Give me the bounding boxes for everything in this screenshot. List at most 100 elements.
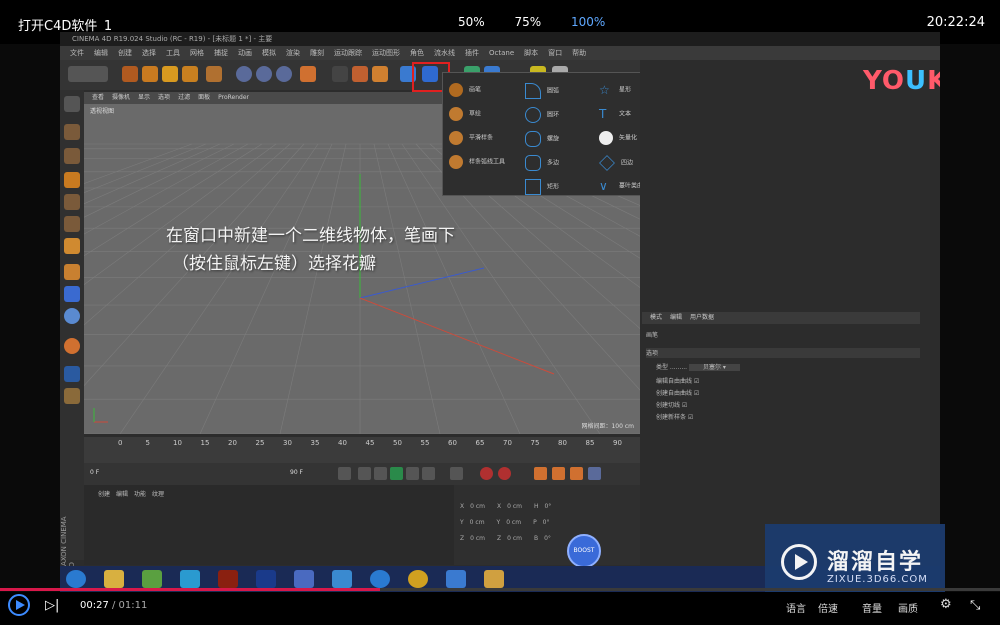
zoom-75-button[interactable]: 75%: [515, 15, 542, 29]
timeline-tick: 0: [118, 439, 123, 447]
key-param-icon[interactable]: [588, 467, 601, 480]
timeline-tick: 65: [475, 439, 485, 447]
app-link-icon[interactable]: [446, 570, 466, 588]
world-icon: [300, 66, 316, 82]
zoom-options: 50% 75% 100%: [458, 15, 631, 29]
maxon-brand: MAXON CINEMA 4D: [60, 516, 76, 572]
start-icon[interactable]: [66, 570, 86, 588]
spline-item-4[interactable]: 样条弧线工具: [449, 155, 505, 175]
video-frame[interactable]: CINEMA 4D R19.024 Studio (RC - R19) - [未…: [60, 32, 940, 592]
render-view-icon: [332, 66, 348, 82]
volume-button[interactable]: 音量: [862, 600, 882, 615]
go-end-icon[interactable]: [450, 467, 463, 480]
prev-frame-icon[interactable]: [374, 467, 387, 480]
watermark-play-icon: [781, 544, 817, 580]
attr-section: 选项: [646, 348, 920, 358]
spline-polygon[interactable]: 多边: [525, 155, 559, 175]
key-scale-icon[interactable]: [552, 467, 565, 480]
select-tool-icon: [122, 66, 138, 82]
spline-four-side[interactable]: 四边: [599, 155, 633, 175]
c4d-icon[interactable]: [294, 570, 314, 588]
material-manager[interactable]: 创建 编辑 功能 纹理: [84, 485, 454, 565]
tutorial-caption: 在窗口中新建一个二维线物体，笔画下 （按住鼠标左键）选择花瓣: [166, 222, 455, 278]
playback-bar: 0 F 90 F: [84, 463, 640, 485]
spline-item-2[interactable]: 草绘: [449, 107, 481, 127]
view-icon: [64, 96, 80, 112]
spline-arc[interactable]: 圆弧: [525, 83, 559, 103]
frame-end[interactable]: 90 F: [290, 469, 303, 476]
progress-bar[interactable]: [0, 588, 1000, 591]
z-axis-icon: [276, 66, 292, 82]
timeline[interactable]: 0 5 10 15 20 25 30 35 40 45 50 55 60 65 70 75 80 85 90: [84, 437, 640, 463]
timeline-tick: 50: [393, 439, 402, 447]
boost-button[interactable]: BOOST: [567, 534, 601, 568]
app-k-icon[interactable]: [370, 570, 390, 588]
app-m-icon[interactable]: [180, 570, 200, 588]
sculpt-icon: [64, 338, 80, 354]
explorer-icon[interactable]: [104, 570, 124, 588]
quality-button[interactable]: 画质: [898, 600, 918, 615]
illustrator-icon[interactable]: [218, 570, 238, 588]
c4d-menubar: 文件 编辑 创建 选择 工具 网格 捕捉 动画 模拟 渲染 雕刻 运动跟踪 运动图形 角色 流水线 插件 Oct…: [60, 46, 940, 60]
timeline-tick: 70: [503, 439, 512, 447]
zoom-100-button[interactable]: 100%: [571, 15, 605, 29]
zoom-50-button[interactable]: 50%: [458, 15, 485, 29]
key-rot-icon[interactable]: [570, 467, 583, 480]
timeline-tick: 20: [228, 439, 237, 447]
spline-item-3[interactable]: 平滑样条: [449, 131, 493, 151]
current-time: 00:27: [80, 600, 109, 611]
texture-mode-icon: [64, 148, 80, 164]
s-icon: [64, 308, 80, 324]
autokey-icon[interactable]: [498, 467, 511, 480]
app-user-icon[interactable]: [484, 570, 504, 588]
polygons-icon: [64, 238, 80, 254]
play-button[interactable]: [8, 594, 30, 616]
attr-object-name: 画笔: [646, 332, 659, 339]
chrome-icon[interactable]: [408, 570, 428, 588]
caption-line-1: 在窗口中新建一个二维线物体，笔画下: [166, 226, 455, 246]
youku-logo: YOUKU: [863, 66, 940, 96]
scale-tool-icon: [162, 66, 178, 82]
play-forward-icon[interactable]: [390, 467, 403, 480]
speed-button[interactable]: 倍速: [818, 600, 838, 615]
x-axis-line: [359, 297, 555, 375]
undo-block: [68, 66, 108, 82]
settings-icon[interactable]: ⚙: [940, 597, 952, 612]
workplane-icon: [64, 172, 80, 188]
app-green-icon[interactable]: [142, 570, 162, 588]
spline-circle[interactable]: 圆环: [525, 107, 559, 127]
spline-rectangle[interactable]: 矩形: [525, 179, 559, 199]
next-frame-icon[interactable]: [406, 467, 419, 480]
spline-item-1[interactable]: 画笔: [449, 83, 481, 103]
points-icon: [64, 194, 80, 210]
app-bird-icon[interactable]: [332, 570, 352, 588]
go-start-icon[interactable]: [338, 467, 351, 480]
prev-key-icon[interactable]: [358, 467, 371, 480]
timeline-tick: 45: [365, 439, 375, 447]
spline-text[interactable]: T 文本: [599, 107, 631, 127]
y-axis-icon: [256, 66, 272, 82]
rotate-tool-icon: [182, 66, 198, 82]
attr-row-3: 创建自由曲线 ☑: [656, 390, 700, 397]
spline-helix[interactable]: 螺旋: [525, 131, 559, 151]
frame-start[interactable]: 0 F: [90, 469, 99, 476]
next-icon[interactable]: ▷|: [45, 598, 59, 613]
key-pos-icon[interactable]: [534, 467, 547, 480]
spline-vectorize[interactable]: 矢量化: [599, 131, 637, 151]
photoshop-icon[interactable]: [256, 570, 276, 588]
attr-row-4: 创建切线 ☑: [656, 402, 688, 409]
spline-star[interactable]: ☆ 星形: [599, 83, 631, 103]
record-icon[interactable]: [480, 467, 493, 480]
viewport-tab[interactable]: ProRender: [218, 94, 249, 101]
fullscreen-icon[interactable]: ⤡: [970, 598, 980, 613]
timeline-tick: 30: [283, 439, 292, 447]
render-settings-icon: [372, 66, 388, 82]
model-mode-icon: [64, 124, 80, 140]
timeline-tick: 10: [173, 439, 182, 447]
attr-row-type: 类型 ......... 贝塞尔 ▾: [656, 362, 740, 371]
snap-icon: [64, 286, 80, 302]
language-button[interactable]: 语言: [786, 600, 806, 615]
next-key-icon[interactable]: [422, 467, 435, 480]
coordinates-panel[interactable]: X 0 cm X 0 cm H 0° Y 0 cm Y 0 cm P 0° Z …: [454, 485, 640, 565]
timeline-tick: 90: [613, 439, 622, 447]
